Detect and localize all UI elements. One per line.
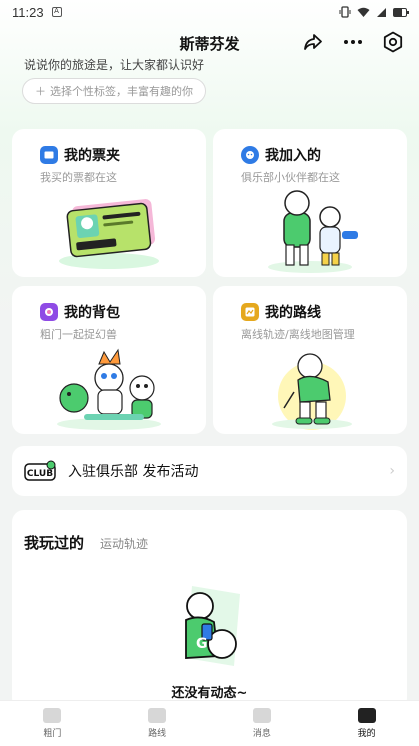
card-title: 我的背包 [64,305,120,321]
empty-state-text: 还没有动态~ [171,686,248,701]
club-entry-bar[interactable]: CLUB 入驻俱乐部 发布活动 › [12,446,407,496]
ticket-illustration [12,187,206,275]
backpack-illustration [12,344,206,432]
notification-icon: A [51,7,62,17]
tab-tracks[interactable]: 运动轨迹 [100,535,148,552]
profile-icon [357,708,376,723]
bottom-nav-label: 粗门 [43,729,62,739]
club-entry-label: 入驻俱乐部 发布活动 [68,464,199,480]
card-title: 我的票夹 [64,148,120,164]
bottom-nav-messages[interactable]: 消息 [232,708,292,739]
empty-state-illustration: G [185,586,240,666]
page-title: 斯蒂芬发 [179,34,240,53]
tab-played[interactable]: 我玩过的 [24,532,84,553]
backpack-icon [40,303,58,321]
card-title: 我加入的 [265,148,321,164]
signal-icon [377,7,386,17]
card-subtitle: 俱乐部小伙伴都在这 [241,171,340,184]
ticket-folder-card[interactable]: 我的票夹 我买的票都在这 [12,129,206,277]
svg-text:CLUB: CLUB [27,469,53,479]
home-icon [43,708,62,723]
route-illustration [213,344,407,432]
routes-card[interactable]: 我的路线 离线轨迹/离线地图管理 [213,286,407,434]
status-time: 11:23 [12,4,44,20]
route-icon [241,303,259,321]
bottom-nav-routes[interactable]: 路线 [127,708,187,739]
club-illustration [213,187,407,275]
club-joined-icon [241,146,259,164]
settings-icon[interactable] [381,30,405,54]
wifi-icon [357,7,370,17]
share-icon[interactable] [301,30,325,54]
profile-section: 说说你的旅途是，让大家都认识好 ＋ 选择个性标签，丰富有趣的你 [12,58,407,118]
card-title: 我的路线 [265,305,321,321]
card-subtitle: 粗门一起捉幻兽 [40,328,117,341]
more-icon[interactable] [341,30,365,54]
bottom-nav-label: 我的 [357,729,376,739]
plus-icon: ＋ [35,85,46,98]
message-icon [252,708,271,723]
bottom-nav-label: 消息 [252,729,271,739]
card-subtitle: 离线轨迹/离线地图管理 [241,328,355,341]
status-bar: 11:23 A [0,0,419,24]
club-logo-icon: CLUB [24,460,58,482]
bottom-nav-home[interactable]: 粗门 [22,708,82,739]
backpack-card[interactable]: 我的背包 粗门一起捉幻兽 [12,286,206,434]
ticket-folder-icon [40,146,58,164]
status-icons [339,6,409,18]
played-section: 我玩过的 运动轨迹 G 还没有动态~ [12,510,407,710]
card-subtitle: 我买的票都在这 [40,171,117,184]
bottom-nav: 粗门 路线 消息 我的 [0,700,419,746]
joined-clubs-card[interactable]: 我加入的 俱乐部小伙伴都在这 [213,129,407,277]
bottom-nav-label: 路线 [148,729,167,739]
vibrate-icon [339,6,351,18]
profile-intro[interactable]: 说说你的旅途是，让大家都认识好 [24,58,204,73]
battery-icon [393,7,409,17]
nav-bar: 斯蒂芬发 [0,26,419,60]
chevron-right-icon: › [389,463,395,479]
routes-icon [148,708,167,723]
bottom-nav-me[interactable]: 我的 [337,708,397,739]
add-tag-label: 选择个性标签，丰富有趣的你 [50,85,193,98]
empty-art-letter: G [196,636,208,652]
add-tag-button[interactable]: ＋ 选择个性标签，丰富有趣的你 [22,78,206,104]
